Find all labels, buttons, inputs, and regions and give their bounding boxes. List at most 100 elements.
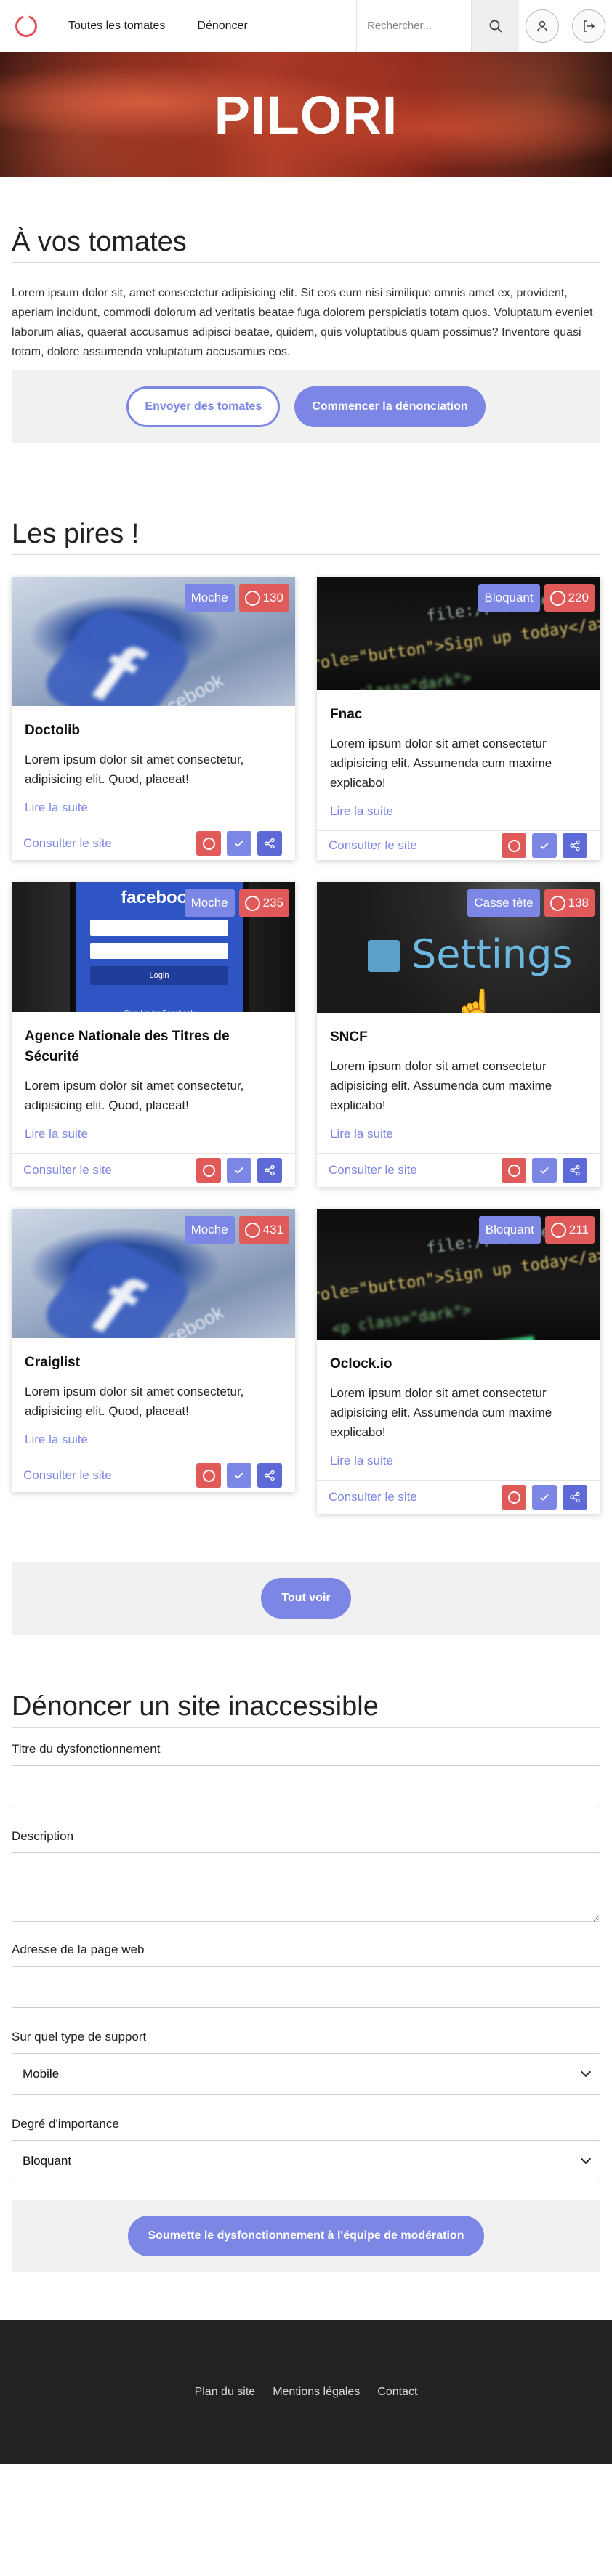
tomato-icon [507,1164,520,1177]
tomato-button[interactable] [502,1485,526,1510]
see-all-box: Tout voir [12,1562,600,1635]
card-footer: Consulter le site [12,826,295,860]
check-icon [235,1473,243,1480]
tomato-button[interactable] [502,833,526,859]
worst-title: Les pires ! [12,519,600,555]
footer-link-legal[interactable]: Mentions légales [273,2386,360,2399]
card-title: Craiglist [25,1354,81,1370]
card-description: Lorem ipsum dolor sit amet consectetur a… [330,1059,552,1113]
card-footer: Consulter le site [317,1153,600,1187]
share-button[interactable] [257,831,282,856]
card-body: Oclock.io Lorem ipsum dolor sit amet cons… [317,1340,600,1480]
read-more-link[interactable]: Lire la suite [25,801,88,815]
site-card: facebookLoginSign Up for FacebookMoche23… [12,882,295,1187]
card-badges: Bloquant 211 [478,1216,595,1244]
send-tomatoes-button[interactable]: Envoyer des tomates [126,386,281,427]
start-report-button[interactable]: Commencer la dénonciation [294,386,486,427]
site-card: file://</code>role="button">Sign up toda… [317,1209,600,1514]
description-field[interactable] [12,1852,600,1922]
share-button[interactable] [563,1485,587,1510]
validate-button[interactable] [532,1158,557,1183]
logout-button[interactable] [572,9,605,43]
see-all-button[interactable]: Tout voir [261,1578,351,1619]
support-select[interactable]: Mobile [12,2053,600,2095]
tomato-icon [507,1491,520,1504]
intro-actions: Envoyer des tomates Commencer la dénonci… [12,370,600,443]
share-icon [570,840,580,851]
read-more-link[interactable]: Lire la suite [25,1127,88,1141]
chevron-down-icon [580,2066,592,2078]
card-description: Lorem ipsum dolor sit amet consectetur, … [25,752,244,786]
submit-button[interactable]: Soumette le dysfonctionnement à l'équipe… [127,2216,485,2256]
tomato-button[interactable] [196,1463,221,1489]
validate-button[interactable] [532,1485,557,1510]
tomato-count: 235 [262,896,283,910]
card-description: Lorem ipsum dolor sit amet consectetur, … [25,1384,244,1418]
cursor-hand-icon: ☝ [451,989,499,1013]
visit-site-link[interactable]: Consulter le site [23,836,190,851]
description-label: Description [12,1829,74,1843]
validate-button[interactable] [227,1463,251,1489]
category-badge: Bloquant [478,584,540,612]
validate-button[interactable] [227,831,251,856]
visit-site-link[interactable]: Consulter le site [23,1468,190,1483]
visit-site-link[interactable]: Consulter le site [329,1490,496,1504]
share-button[interactable] [563,833,587,859]
share-button[interactable] [257,1463,282,1489]
category-badge: Moche [184,1216,235,1244]
validate-button[interactable] [227,1158,251,1183]
tomato-count-badge: 138 [544,889,595,917]
url-field[interactable] [12,1966,600,2008]
nav-link-report[interactable]: Dénoncer [181,0,263,52]
read-more-link[interactable]: Lire la suite [330,1454,393,1468]
card-title: SNCF [330,1029,368,1045]
tomato-button[interactable] [502,1158,526,1183]
tomato-button[interactable] [196,831,221,856]
footer-link-contact[interactable]: Contact [377,2386,417,2399]
tomato-icon [549,590,565,606]
search-button[interactable] [471,0,519,52]
card-footer: Consulter le site [317,830,600,860]
footer-link-sitemap[interactable]: Plan du site [195,2386,256,2399]
card-title: Agence Nationale des Titres de Sécurité [25,1029,230,1065]
read-more-link[interactable]: Lire la suite [25,1433,88,1447]
site-card: file://</code>role="button">Sign up toda… [317,577,600,860]
card-footer: Consulter le site [12,1458,295,1492]
tomato-icon [202,1164,215,1177]
card-badges: Moche 431 [184,1216,289,1244]
importance-select[interactable]: Bloquant [12,2140,600,2182]
check-icon [235,1167,243,1174]
worst-grid: facebookMoche130DoctolibLorem ipsum dolo… [12,577,600,1536]
search-input[interactable] [367,20,471,32]
card-badges: Casse tête 138 [467,889,595,917]
category-badge: Bloquant [478,1216,541,1244]
tomato-count-badge: 431 [238,1216,289,1244]
support-label: Sur quel type de support [12,2030,147,2044]
share-button[interactable] [257,1158,282,1183]
site-card: facebookMoche431CraiglistLorem ipsum dol… [12,1209,295,1492]
tomato-count: 130 [262,591,283,604]
visit-site-link[interactable]: Consulter le site [23,1163,190,1178]
card-description: Lorem ipsum dolor sit amet consectetur, … [25,1079,244,1113]
title-field[interactable] [12,1765,600,1807]
hero-title: PILORI [214,84,398,145]
visit-site-link[interactable]: Consulter le site [329,1163,496,1178]
tomato-button[interactable] [196,1158,221,1183]
validate-button[interactable] [532,833,557,859]
tomato-count: 211 [568,1223,589,1236]
search-box [356,0,471,52]
read-more-link[interactable]: Lire la suite [330,1127,393,1141]
nav-link-all-tomatoes[interactable]: Toutes les tomates [52,0,181,52]
read-more-link[interactable]: Lire la suite [330,804,393,819]
logo[interactable] [0,0,52,52]
share-icon [570,1165,580,1176]
title-label: Titre du dysfonctionnement [12,1742,161,1756]
category-badge: Moche [184,889,235,917]
visit-site-link[interactable]: Consulter le site [329,838,496,853]
site-card: facebookMoche130DoctolibLorem ipsum dolo… [12,577,295,860]
intro-title: À vos tomates [12,227,600,263]
account-button[interactable] [526,9,559,43]
check-icon [540,842,549,849]
share-button[interactable] [563,1158,587,1183]
card-footer: Consulter le site [12,1153,295,1187]
